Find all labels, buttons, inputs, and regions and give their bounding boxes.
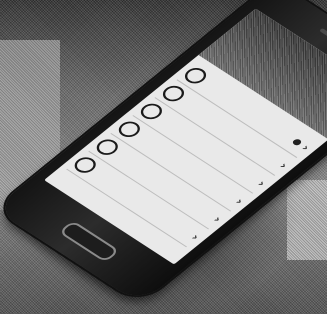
circle-icon: [92, 136, 123, 159]
circle-icon: [158, 82, 189, 105]
chevron-right-icon: ›: [188, 231, 203, 243]
chevron-right-icon: ›: [298, 141, 314, 153]
chevron-right-icon: ›: [232, 195, 248, 207]
chevron-right-icon: ›: [210, 213, 225, 225]
circle-icon: [70, 154, 101, 176]
circle-icon: [136, 100, 167, 123]
circle-icon: [114, 118, 145, 141]
notification-badge: [292, 137, 304, 147]
chevron-right-icon: ›: [254, 177, 270, 189]
circle-icon: [180, 64, 211, 87]
earpiece-speaker: [318, 27, 327, 51]
chevron-right-icon: ›: [276, 159, 292, 171]
home-button[interactable]: [57, 219, 120, 263]
